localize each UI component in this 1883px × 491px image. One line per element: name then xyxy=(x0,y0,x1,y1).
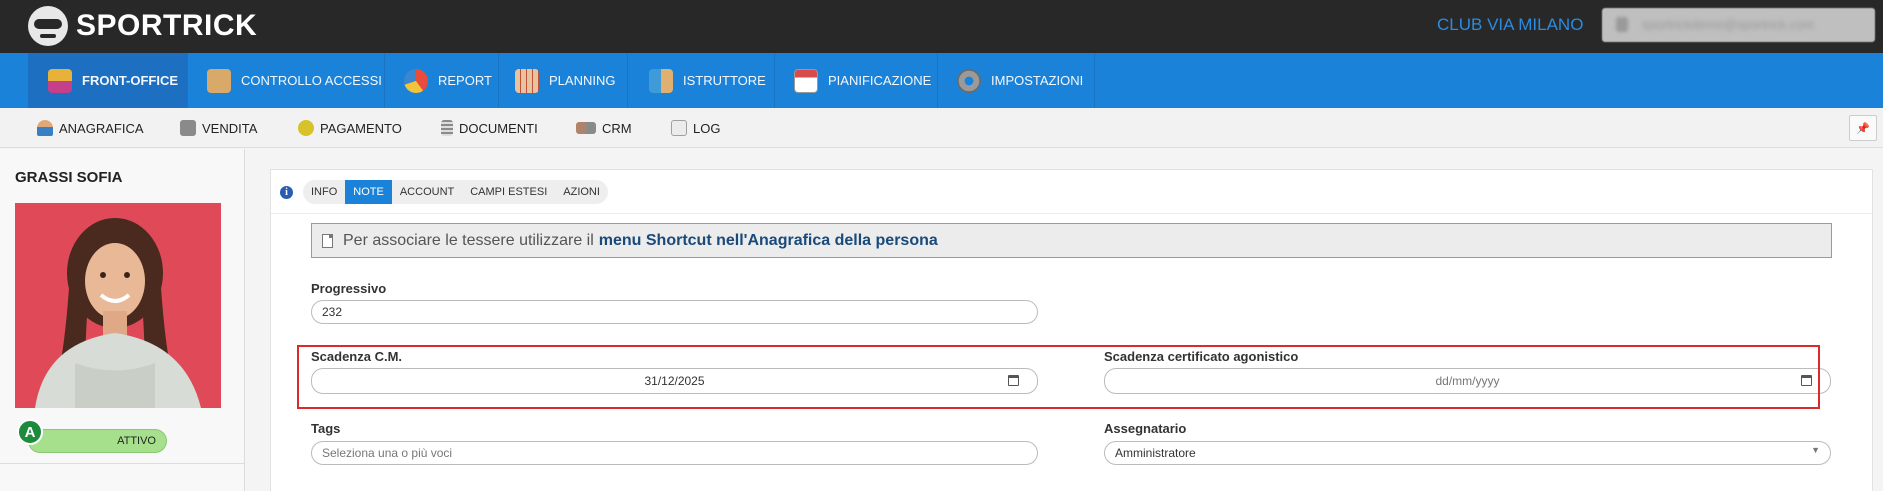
sub-nav-log[interactable]: LOG xyxy=(671,108,720,148)
tags-input[interactable]: Seleziona una o più voci xyxy=(311,441,1038,465)
front-office-icon xyxy=(48,68,72,93)
instructor-icon xyxy=(649,68,673,93)
document-icon xyxy=(441,120,453,136)
tab-info[interactable]: INFO xyxy=(303,180,345,204)
progressivo-label: Progressivo xyxy=(311,281,387,296)
calendar-icon xyxy=(794,68,818,93)
sub-nav: ANAGRAFICA VENDITA PAGAMENTO DOCUMENTI C… xyxy=(0,108,1883,148)
pin-icon: 📌 xyxy=(1856,122,1870,135)
person-sidebar: GRASSI SOFIA A ATTIVO xyxy=(0,149,245,491)
gear-icon xyxy=(957,68,981,93)
sub-nav-anagrafica[interactable]: ANAGRAFICA xyxy=(37,108,144,148)
status-avatar: A xyxy=(17,419,43,445)
main-nav-controllo-accessi[interactable]: CONTROLLO ACCESSI xyxy=(189,53,385,108)
main-nav-impostazioni[interactable]: IMPOSTAZIONI xyxy=(939,53,1095,108)
tab-account[interactable]: ACCOUNT xyxy=(392,180,462,204)
highlight-frame xyxy=(297,345,1820,409)
coin-icon xyxy=(298,120,314,136)
person-photo xyxy=(15,203,221,408)
notice-banner: Per associare le tessere utilizzare il m… xyxy=(311,223,1832,258)
planning-calendar-icon xyxy=(515,68,539,93)
sub-nav-pagamento[interactable]: PAGAMENTO xyxy=(298,108,402,148)
access-control-icon xyxy=(207,68,231,93)
log-icon xyxy=(671,120,687,136)
person-icon xyxy=(37,120,53,136)
person-photo-image xyxy=(15,203,221,408)
user-menu[interactable]: sportrickdemo@sportrick.com xyxy=(1602,8,1875,42)
user-email: sportrickdemo@sportrick.com xyxy=(1642,17,1815,32)
progressivo-field[interactable]: 232 xyxy=(311,300,1038,324)
club-name[interactable]: CLUB VIA MILANO xyxy=(1437,15,1583,35)
main-nav: FRONT-OFFICE CONTROLLO ACCESSI REPORT PL… xyxy=(0,53,1883,116)
brand-name: SPORTRICK xyxy=(76,9,258,42)
sub-nav-crm[interactable]: CRM xyxy=(576,108,632,148)
person-name: GRASSI SOFIA xyxy=(15,169,123,186)
person-detail-card: i INFO NOTE ACCOUNT CAMPI ESTESI AZIONI … xyxy=(270,169,1873,491)
tags-label: Tags xyxy=(311,421,341,436)
main-nav-planning[interactable]: PLANNING xyxy=(500,53,628,108)
chevron-down-icon: ▼ xyxy=(1811,445,1820,455)
document-icon xyxy=(322,233,333,248)
top-bar: SPORTRICK CLUB VIA MILANO sportrickdemo@… xyxy=(0,0,1883,53)
main-nav-istruttore[interactable]: ISTRUTTORE xyxy=(629,53,775,108)
pie-chart-icon xyxy=(404,68,428,93)
assegnatario-label: Assegnatario xyxy=(1104,421,1187,436)
pin-button[interactable]: 📌 xyxy=(1849,115,1877,141)
card-header: i INFO NOTE ACCOUNT CAMPI ESTESI AZIONI xyxy=(271,170,1872,214)
detail-tabs: INFO NOTE ACCOUNT CAMPI ESTESI AZIONI xyxy=(303,180,608,204)
handshake-icon xyxy=(576,122,596,134)
notice-text: Per associare le tessere utilizzare il xyxy=(343,231,594,249)
tab-azioni[interactable]: AZIONI xyxy=(555,180,608,204)
sub-nav-vendita[interactable]: VENDITA xyxy=(180,108,257,148)
notice-link[interactable]: menu Shortcut nell'Anagrafica della pers… xyxy=(599,232,938,250)
brand-logo[interactable]: SPORTRICK xyxy=(28,4,257,48)
tab-campi-estesi[interactable]: CAMPI ESTESI xyxy=(462,180,555,204)
status-badge: ATTIVO xyxy=(28,429,167,453)
main-nav-front-office[interactable]: FRONT-OFFICE xyxy=(28,53,188,116)
assegnatario-select[interactable]: Amministratore ▼ xyxy=(1104,441,1831,465)
cash-register-icon xyxy=(180,120,196,136)
info-icon[interactable]: i xyxy=(280,186,293,199)
sub-nav-documenti[interactable]: DOCUMENTI xyxy=(441,108,538,148)
user-icon xyxy=(1616,17,1628,32)
brand-mask-icon xyxy=(28,6,68,46)
tab-note[interactable]: NOTE xyxy=(345,180,392,204)
main-nav-report[interactable]: REPORT xyxy=(386,53,499,108)
sidebar-divider xyxy=(0,463,244,464)
main-nav-pianificazione[interactable]: PIANIFICAZIONE xyxy=(776,53,938,108)
